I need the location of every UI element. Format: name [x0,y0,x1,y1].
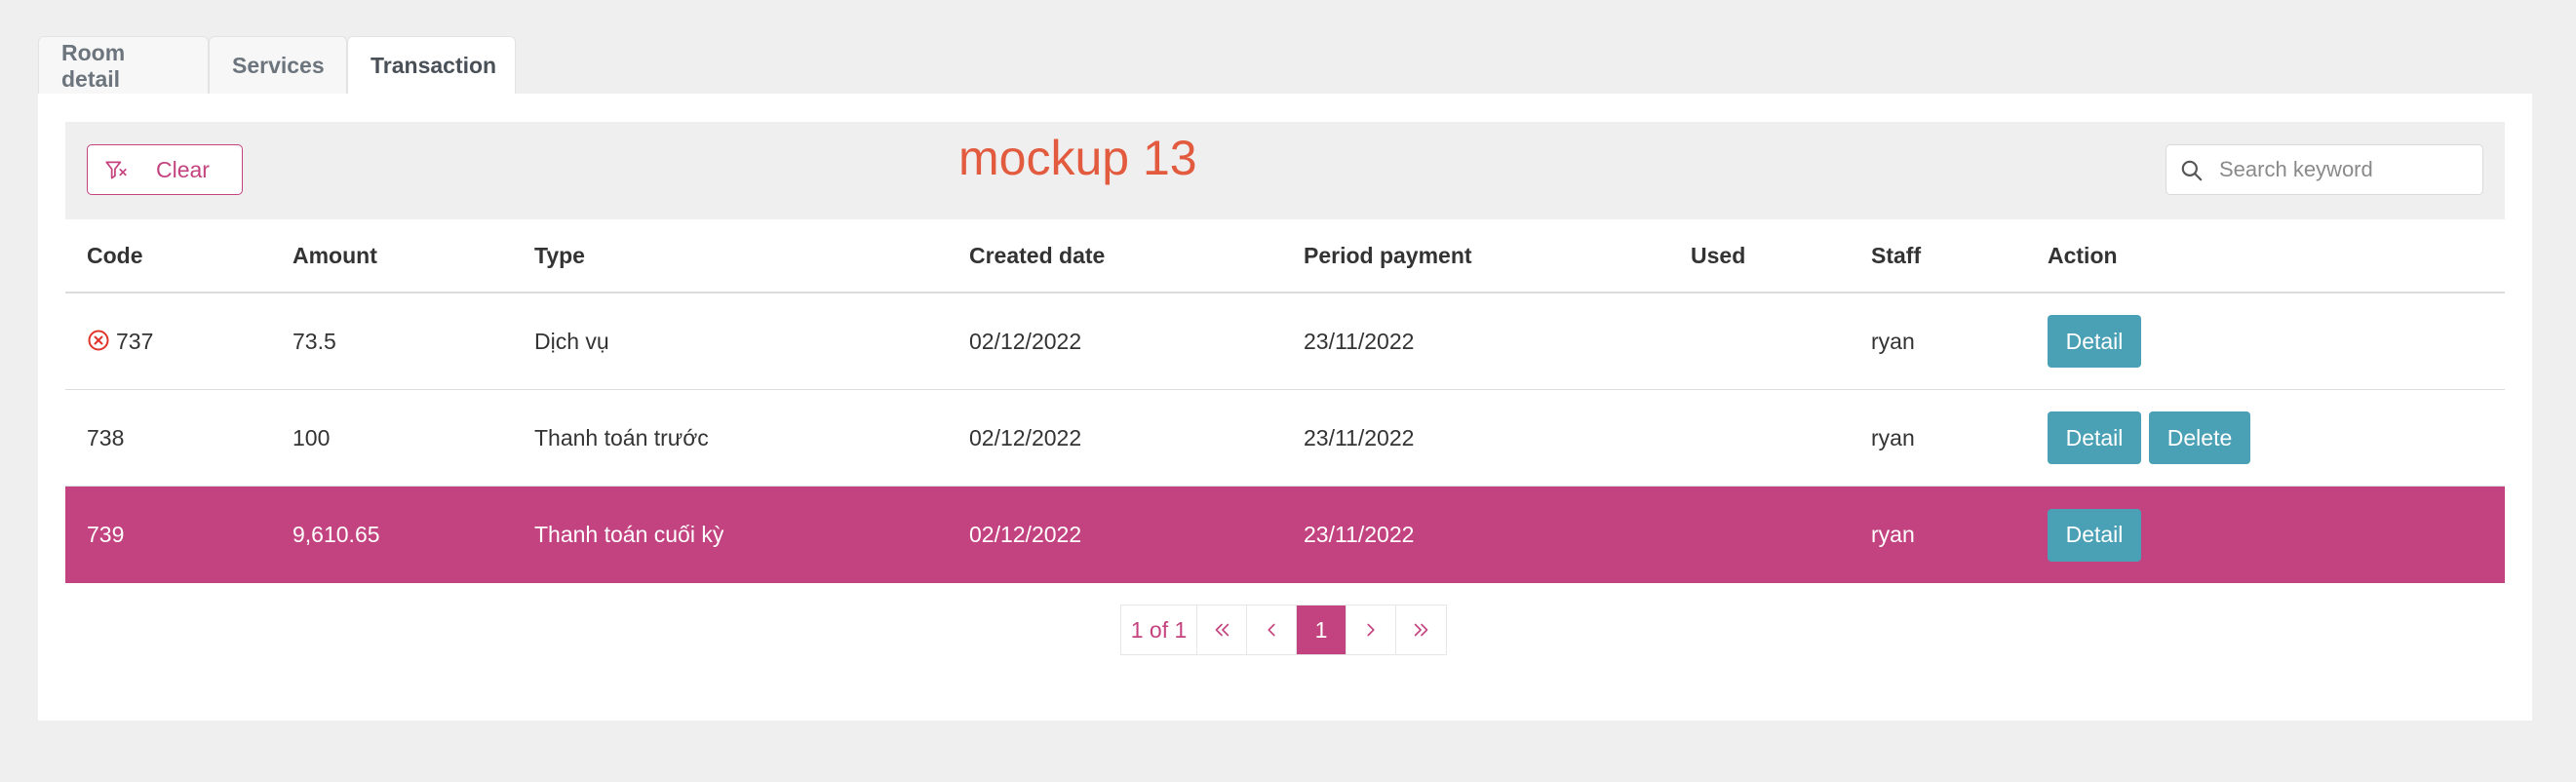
chevron-left-icon [1268,623,1275,637]
header-staff[interactable]: Staff [1871,243,1921,269]
clear-filter-button[interactable]: Clear [87,144,243,195]
table-row-selected[interactable]: 739 9,610.65 Thanh toán cuối kỳ 02/12/20… [65,487,2505,583]
created-date-cell: 02/12/2022 [969,522,1082,547]
transactions-table: Code Amount Type Created date Period pay… [65,219,2505,583]
type-cell: Dịch vụ [534,328,609,354]
pagination: 1 of 1 1 [1120,605,1447,655]
table-header: Code Amount Type Created date Period pay… [65,219,2505,293]
search-box[interactable] [2166,144,2483,195]
toolbar: Clear mockup 13 [65,122,2505,219]
first-page-button[interactable] [1197,606,1247,654]
double-chevron-right-icon [1414,623,1427,637]
tab-transaction[interactable]: Transaction [347,36,516,95]
tab-bar: Room detail Services Transaction [38,36,516,95]
next-page-button[interactable] [1347,606,1396,654]
code-cell: 738 [87,424,125,450]
tab-services[interactable]: Services [209,36,347,95]
code-value: 737 [116,328,154,354]
table-row[interactable]: 738 100 Thanh toán trước 02/12/2022 23/1… [65,390,2505,487]
detail-button[interactable]: Detail [2048,508,2141,562]
period-payment-cell: 23/11/2022 [1304,424,1415,450]
search-input[interactable] [2219,153,2473,186]
clear-label: Clear [156,157,210,182]
delete-button[interactable]: Delete [2149,411,2250,464]
page-info: 1 of 1 [1121,606,1197,654]
table-row[interactable]: 737 73.5 Dịch vụ 02/12/2022 23/11/2022 r… [65,293,2505,390]
cancel-circle-icon [88,330,109,350]
detail-button[interactable]: Detail [2048,315,2141,368]
header-created-date[interactable]: Created date [969,243,1105,269]
header-code[interactable]: Code [87,243,143,269]
double-chevron-left-icon [1215,623,1229,637]
header-period-payment[interactable]: Period payment [1304,243,1472,269]
code-cell: 739 [87,522,125,547]
type-cell: Thanh toán cuối kỳ [534,522,724,547]
mockup-label: mockup 13 [958,131,1197,185]
page-1-button[interactable]: 1 [1297,606,1347,654]
prev-page-button[interactable] [1247,606,1297,654]
period-payment-cell: 23/11/2022 [1304,522,1415,547]
staff-cell: ryan [1871,424,1915,450]
action-cell: Detail Delete [2048,411,2250,464]
amount-cell: 73.5 [293,328,336,354]
code-cell: 737 [87,329,153,355]
last-page-button[interactable] [1396,606,1446,654]
amount-cell: 100 [293,424,331,450]
header-amount[interactable]: Amount [293,243,377,269]
detail-button[interactable]: Detail [2048,411,2141,464]
search-icon [2181,160,2203,181]
staff-cell: ryan [1871,522,1915,547]
header-action: Action [2048,242,2118,268]
filter-clear-icon [105,161,127,179]
action-cell: Detail [2048,315,2141,368]
period-payment-cell: 23/11/2022 [1304,328,1415,354]
amount-cell: 9,610.65 [293,522,380,547]
header-type[interactable]: Type [534,243,585,269]
type-cell: Thanh toán trước [534,424,709,450]
header-used[interactable]: Used [1691,243,1745,269]
tab-room-detail[interactable]: Room detail [38,36,209,95]
transaction-panel: Clear mockup 13 Code Amount Type Created… [38,94,2532,721]
created-date-cell: 02/12/2022 [969,424,1082,450]
staff-cell: ryan [1871,328,1915,354]
action-cell: Detail [2048,508,2141,562]
created-date-cell: 02/12/2022 [969,328,1082,354]
chevron-right-icon [1367,623,1375,637]
